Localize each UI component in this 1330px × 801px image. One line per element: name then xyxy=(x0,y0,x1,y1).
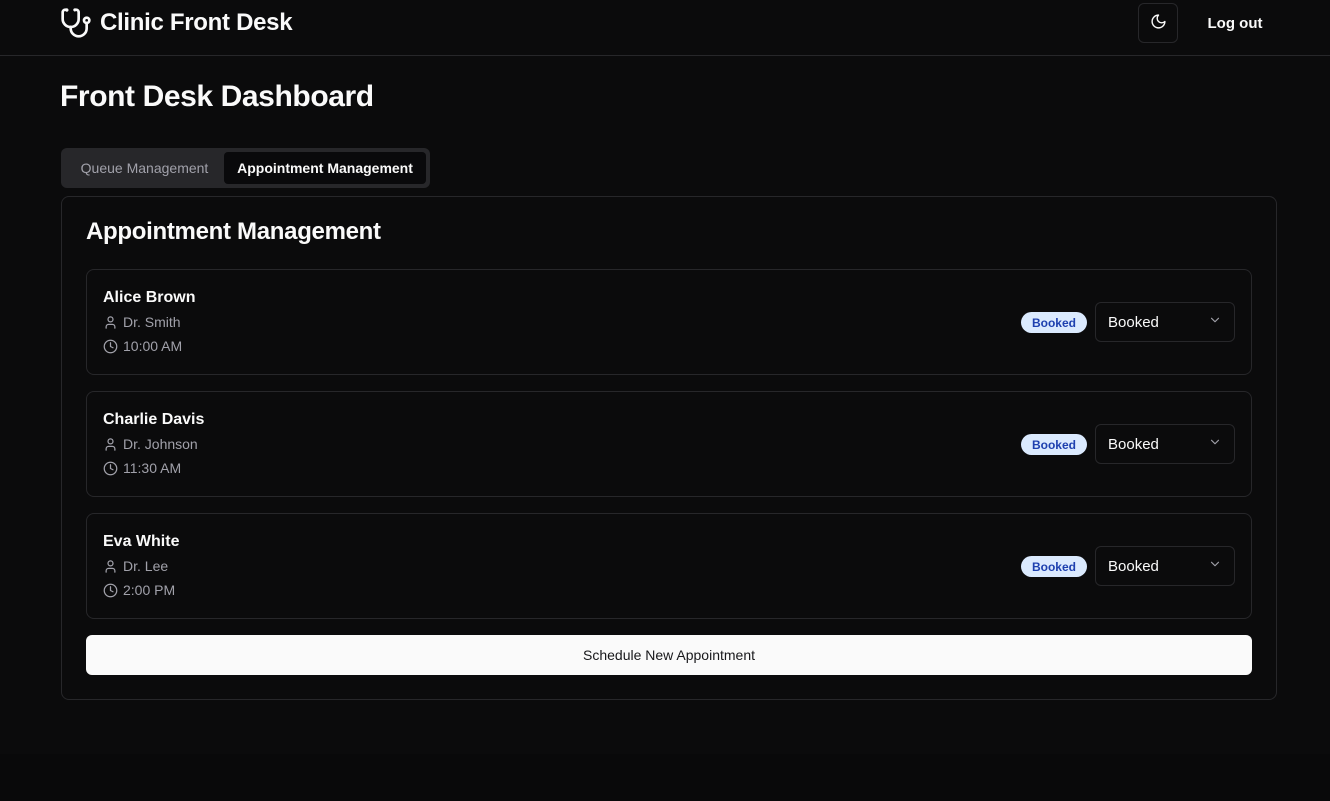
appointment-time: 10:00 AM xyxy=(123,338,183,354)
appointment-management-card: Appointment Management Alice Brown Dr. S… xyxy=(61,196,1277,700)
doctor-name: Dr. Johnson xyxy=(123,436,198,452)
card-title: Appointment Management xyxy=(86,218,381,245)
doctor-row: Dr. Johnson xyxy=(103,436,198,452)
brand[interactable]: Clinic Front Desk xyxy=(60,6,293,40)
user-icon xyxy=(103,315,118,330)
appointment-time: 11:30 AM xyxy=(123,460,182,476)
schedule-new-appointment-button[interactable]: Schedule New Appointment xyxy=(86,635,1252,675)
user-icon xyxy=(103,437,118,452)
status-badge: Booked xyxy=(1021,312,1087,333)
status-badge: Booked xyxy=(1021,434,1087,455)
time-row: 11:30 AM xyxy=(103,460,181,476)
top-header: Clinic Front Desk Log out xyxy=(0,0,1330,56)
moon-icon xyxy=(1150,13,1167,33)
appointment-item: Alice Brown Dr. Smith 10:00 AM Booked Bo… xyxy=(86,269,1252,375)
doctor-row: Dr. Smith xyxy=(103,314,181,330)
status-select-value: Booked xyxy=(1108,435,1159,453)
time-row: 10:00 AM xyxy=(103,338,182,354)
status-select-value: Booked xyxy=(1108,557,1159,575)
doctor-name: Dr. Smith xyxy=(123,314,181,330)
theme-toggle-button[interactable] xyxy=(1138,3,1178,43)
user-icon xyxy=(103,559,118,574)
stethoscope-icon xyxy=(60,7,92,39)
tab-list: Queue Management Appointment Management xyxy=(61,148,430,188)
patient-name: Charlie Davis xyxy=(103,411,205,428)
tab-queue-management[interactable]: Queue Management xyxy=(65,152,224,184)
status-select[interactable]: Booked xyxy=(1095,302,1235,342)
time-row: 2:00 PM xyxy=(103,582,175,598)
status-select[interactable]: Booked xyxy=(1095,546,1235,586)
appointment-item: Eva White Dr. Lee 2:00 PM Booked Booked xyxy=(86,513,1252,619)
status-select-value: Booked xyxy=(1108,313,1159,331)
appointment-item: Charlie Davis Dr. Johnson 11:30 AM Booke… xyxy=(86,391,1252,497)
clock-icon xyxy=(103,461,118,476)
page-title: Front Desk Dashboard xyxy=(60,80,374,113)
logout-button[interactable]: Log out xyxy=(1190,3,1280,43)
tab-appointment-management[interactable]: Appointment Management xyxy=(224,152,426,184)
doctor-row: Dr. Lee xyxy=(103,558,168,574)
patient-name: Alice Brown xyxy=(103,289,196,306)
page-footer-band xyxy=(0,754,1330,801)
chevron-down-icon xyxy=(1208,435,1222,454)
patient-name: Eva White xyxy=(103,533,180,550)
app-title: Clinic Front Desk xyxy=(100,9,293,36)
chevron-down-icon xyxy=(1208,557,1222,576)
clock-icon xyxy=(103,583,118,598)
appointment-time: 2:00 PM xyxy=(123,582,176,598)
status-badge: Booked xyxy=(1021,556,1087,577)
chevron-down-icon xyxy=(1208,313,1222,332)
clock-icon xyxy=(103,339,118,354)
status-select[interactable]: Booked xyxy=(1095,424,1235,464)
doctor-name: Dr. Lee xyxy=(123,558,169,574)
page: Clinic Front Desk Log out Front Desk Das… xyxy=(0,0,1330,801)
